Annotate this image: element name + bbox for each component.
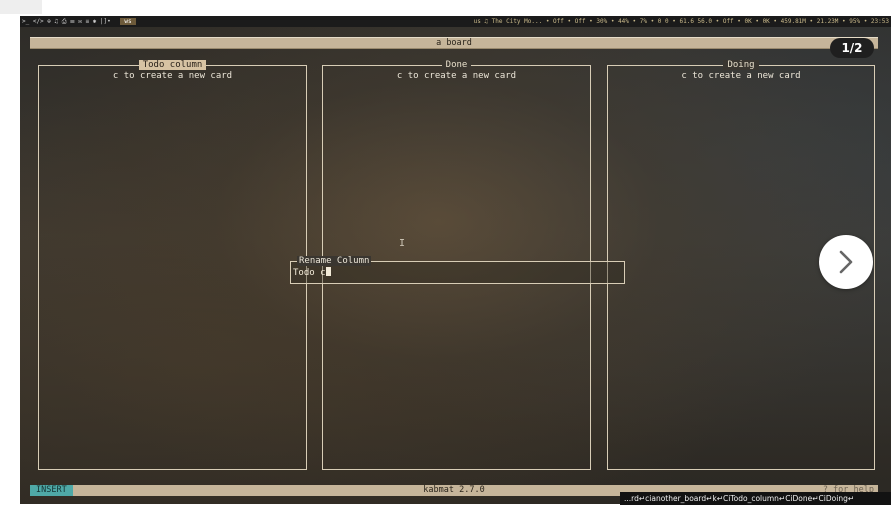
column-todo[interactable]: Todo column c to create a new card (38, 60, 307, 470)
rename-dialog-label: Rename Column (297, 256, 372, 266)
active-workspace[interactable]: ws (120, 18, 136, 25)
workspace-list[interactable]: >_ </> ⊕ ♫ ⎙ ☰ ✉ ≡ ✱ |]• ws (22, 16, 142, 27)
keystroke-overlay: ...rd↵cianother_board↵k↵CiTodo_column↵Ci… (620, 492, 891, 505)
board-title: a board (30, 37, 878, 49)
ibeam-cursor-icon: I (399, 238, 406, 249)
column-title[interactable]: Done (323, 60, 590, 71)
rename-column-input[interactable]: Todo c (293, 267, 331, 279)
system-top-bar: >_ </> ⊕ ♫ ⎙ ☰ ✉ ≡ ✱ |]• ws us ♫ The Cit… (20, 16, 891, 27)
column-hint: c to create a new card (112, 71, 233, 81)
column-title[interactable]: Doing (608, 60, 874, 71)
chevron-right-icon (839, 250, 853, 274)
workspace-icons[interactable]: >_ </> ⊕ ♫ ⎙ ☰ ✉ ≡ ✱ |]• (22, 18, 111, 25)
page-counter: 1/2 (830, 38, 874, 58)
column-title[interactable]: Todo column (39, 60, 306, 71)
next-page-button[interactable] (819, 235, 873, 289)
system-status: us ♫ The City Mo... • Off • Off • 30% • … (473, 18, 889, 25)
terminal-screen: >_ </> ⊕ ♫ ⎙ ☰ ✉ ≡ ✱ |]• ws us ♫ The Cit… (20, 16, 891, 504)
text-cursor (325, 267, 331, 276)
column-hint: c to create a new card (396, 71, 517, 81)
thumbnail-corner (0, 0, 42, 14)
column-hint: c to create a new card (681, 71, 801, 81)
rename-column-dialog[interactable]: Rename Column Todo c (290, 256, 625, 284)
